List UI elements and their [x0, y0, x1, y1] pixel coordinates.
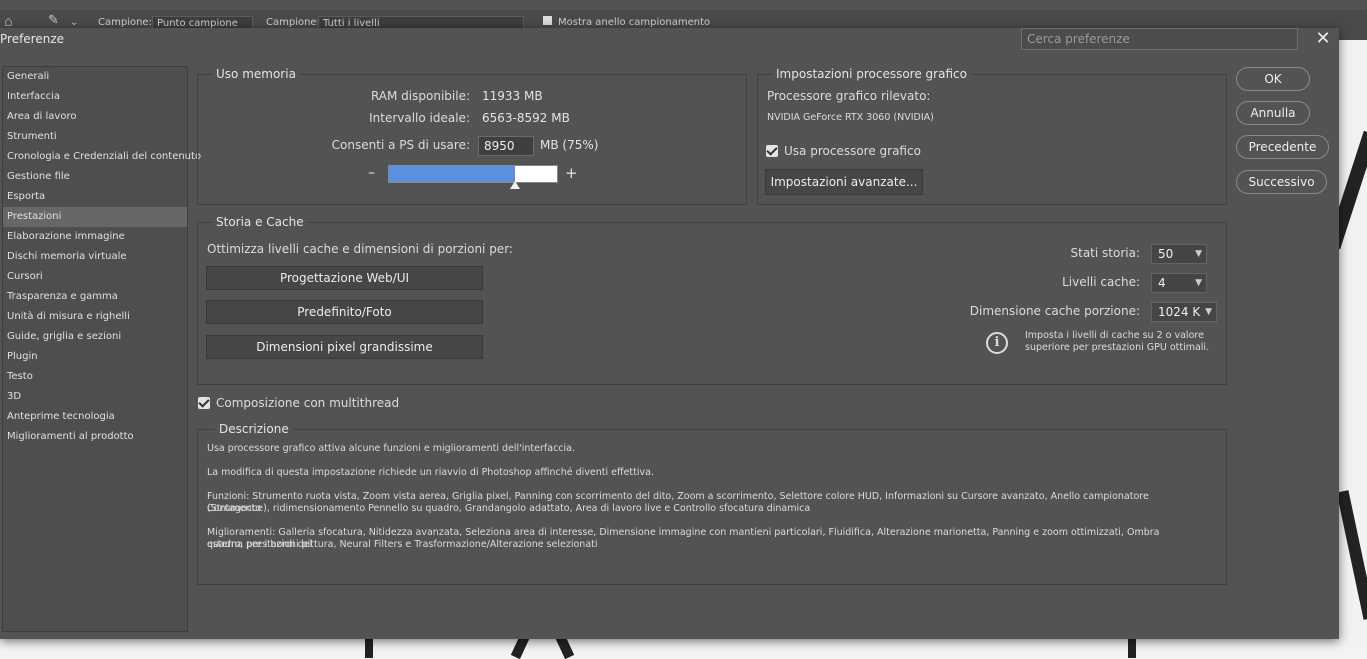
preferences-sidebar: Generali Interfaccia Area di lavoro Strumen…	[2, 66, 201, 632]
sidebar-item[interactable]: Dischi memoria virtuale	[3, 247, 187, 267]
optimize-label: Ottimizza livelli cache e dimensioni di …	[207, 242, 513, 256]
show-ring-label: Mostra anello campionamento	[558, 17, 711, 28]
cache-levels-value: 4	[1158, 276, 1166, 290]
sidebar-item[interactable]: Prestazioni	[3, 207, 187, 227]
memory-slider[interactable]	[388, 165, 558, 189]
search-preferences-input[interactable]: Cerca preferenze	[1021, 28, 1298, 50]
cache-tile-size-label: Dimensione cache porzione:	[969, 304, 1140, 318]
gpu-detected-value: NVIDIA GeForce RTX 3060 (NVIDIA)	[767, 112, 934, 123]
description-improvements-line-2: quadro, prestazioni pittura, Neural Filt…	[207, 539, 598, 550]
decrease-memory-button[interactable]: –	[368, 165, 375, 181]
gpu-detected-label: Processore grafico rilevato:	[767, 89, 931, 103]
sidebar-item[interactable]: Elaborazione immagine	[3, 227, 187, 247]
gpu-settings-group: Impostazioni processore grafico Processo…	[757, 67, 1227, 205]
huge-pixel-dimensions-button[interactable]: Dimensioni pixel grandissime	[206, 335, 483, 359]
sample-label-2: Campione:	[266, 17, 320, 28]
memory-amount-input[interactable]: 8950	[478, 136, 534, 156]
description-legend: Descrizione	[215, 422, 293, 436]
use-gpu-label: Usa processore grafico	[784, 144, 921, 158]
cancel-button[interactable]: Annulla	[1236, 101, 1310, 125]
close-icon[interactable]: ✕	[1312, 28, 1334, 50]
allow-label: Consenti a PS di usare:	[331, 138, 470, 152]
cache-levels-label: Livelli cache:	[1062, 275, 1140, 289]
memory-legend: Uso memoria	[212, 67, 300, 81]
history-legend: Storia e Cache	[212, 215, 308, 229]
advanced-settings-button[interactable]: Impostazioni avanzate...	[765, 169, 923, 195]
ok-button[interactable]: OK	[1236, 67, 1310, 91]
sidebar-item[interactable]: Cronologia e Credenziali del contenuto	[3, 147, 201, 167]
gpu-legend: Impostazioni processore grafico	[772, 67, 971, 81]
sidebar-item[interactable]: Strumenti	[3, 127, 187, 147]
sidebar-item[interactable]: Testo	[3, 367, 187, 387]
sidebar-item[interactable]: Anteprime tecnologia	[3, 407, 187, 427]
next-button[interactable]: Successivo	[1236, 170, 1327, 194]
ram-label: RAM disponibile:	[370, 89, 470, 103]
show-ring-checkbox[interactable]	[543, 16, 552, 25]
sidebar-item[interactable]: 3D	[3, 387, 187, 407]
ideal-range-value: 6563-8592 MB	[482, 111, 570, 125]
info-icon: i	[986, 332, 1008, 354]
sidebar-item[interactable]: Unità di misura e righelli	[3, 307, 187, 327]
sidebar-item[interactable]: Generali	[3, 67, 187, 87]
sidebar-item[interactable]: Trasparenza e gamma	[3, 287, 187, 307]
sidebar-item[interactable]: Esporta	[3, 187, 187, 207]
history-states-select[interactable]: 50 ▼	[1151, 244, 1207, 264]
cache-tile-size-select[interactable]: 1024 K ▼	[1151, 302, 1217, 322]
sidebar-item[interactable]: Plugin	[3, 347, 187, 367]
cache-tile-size-value: 1024 K	[1158, 305, 1201, 319]
memory-slider-fill	[389, 166, 515, 182]
preferences-dialog: Preferenze Cerca preferenze ✕ Generali In…	[0, 28, 1339, 639]
description-paragraph-1: Usa processore grafico attiva alcune fun…	[207, 443, 575, 454]
chevron-down-icon: ▼	[1205, 307, 1212, 317]
chevron-down-icon: ▼	[1195, 278, 1202, 288]
history-states-label: Stati storia:	[1070, 246, 1141, 260]
memory-usage-group: Uso memoria RAM disponibile: 11933 MB In…	[197, 67, 747, 205]
canvas-stroke	[1128, 638, 1136, 658]
memory-unit: MB (75%)	[540, 138, 599, 152]
multithread-checkbox[interactable]	[198, 397, 210, 409]
sample-label-1: Campione:	[98, 17, 152, 28]
previous-button[interactable]: Precedente	[1236, 135, 1329, 159]
info-text-line-1: Imposta i livelli di cache su 2 o valore	[1025, 330, 1204, 341]
ideal-range-label: Intervallo ideale:	[369, 111, 470, 125]
sidebar-item[interactable]: Area di lavoro	[3, 107, 187, 127]
sidebar-item[interactable]: Cursori	[3, 267, 187, 287]
use-gpu-checkbox[interactable]	[766, 145, 778, 157]
sidebar-item[interactable]: Gestione file	[3, 167, 187, 187]
canvas-stroke	[365, 638, 373, 658]
multithread-label: Composizione con multithread	[216, 396, 400, 410]
sidebar-item[interactable]: Interfaccia	[3, 87, 187, 107]
sidebar-item[interactable]: Miglioramenti al prodotto	[3, 427, 187, 447]
increase-memory-button[interactable]: +	[565, 164, 578, 182]
dialog-titlebar: Preferenze Cerca preferenze ✕	[0, 28, 1339, 52]
description-group: Descrizione Usa processore grafico attiv…	[197, 422, 1227, 585]
sidebar-item[interactable]: Guide, griglia e sezioni	[3, 327, 187, 347]
default-photo-button[interactable]: Predefinito/Foto	[206, 300, 483, 324]
memory-slider-thumb[interactable]	[510, 181, 520, 189]
info-text-line-2: superiore per prestazioni GPU ottimali.	[1025, 342, 1210, 353]
description-features-line-2: Contagocce), ridimensionamento Pennello …	[207, 503, 811, 514]
eyedropper-icon[interactable]: ✎	[48, 13, 59, 28]
dialog-title: Preferenze	[0, 32, 65, 46]
chevron-down-icon[interactable]: ⌄	[70, 17, 78, 28]
description-paragraph-2: La modifica di questa impostazione richi…	[207, 467, 654, 478]
history-cache-group: Storia e Cache Ottimizza livelli cache e…	[197, 215, 1227, 385]
history-states-value: 50	[1158, 247, 1174, 261]
app-toolbar	[0, 0, 1367, 10]
web-ui-button[interactable]: Progettazione Web/UI	[206, 266, 483, 290]
chevron-down-icon: ▼	[1195, 249, 1202, 259]
canvas-stroke	[1336, 490, 1367, 620]
ram-value: 11933 MB	[482, 89, 543, 103]
cache-levels-select[interactable]: 4 ▼	[1151, 273, 1207, 293]
